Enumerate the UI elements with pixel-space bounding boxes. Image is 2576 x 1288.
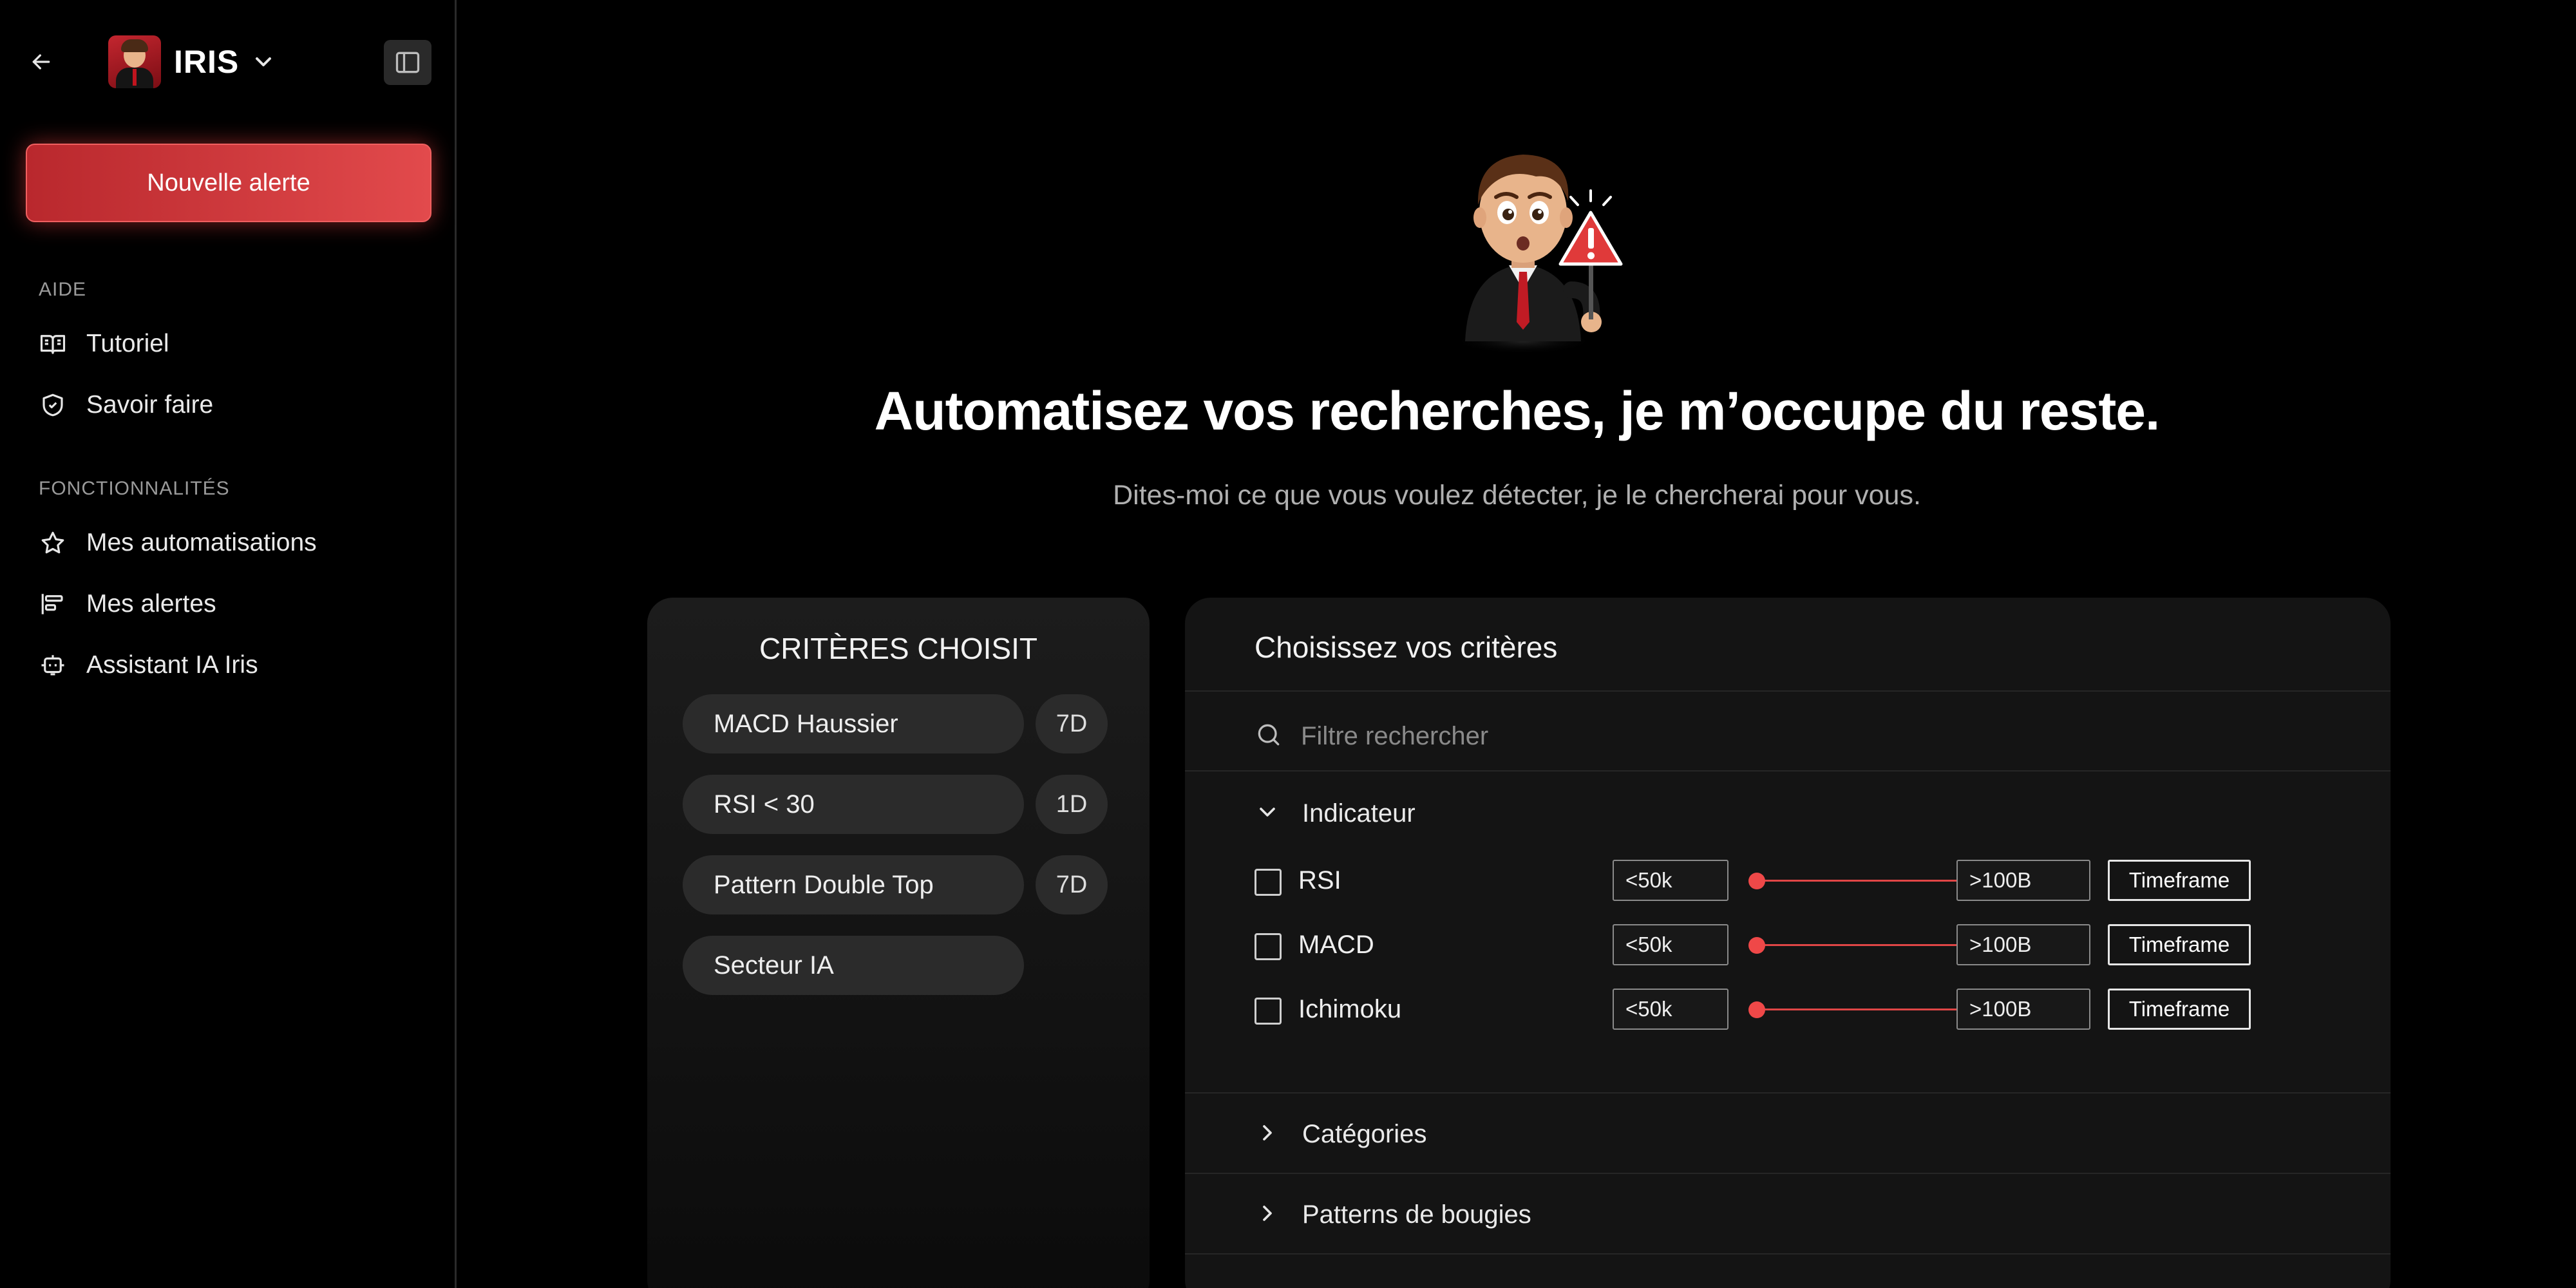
sidebar-item-savoir-faire[interactable]: Savoir faire — [39, 384, 213, 426]
search-icon — [1255, 721, 1283, 752]
app-name: IRIS — [174, 44, 240, 80]
timeframe-button[interactable]: Timeframe — [2108, 989, 2251, 1030]
section-label: Catégories — [1302, 1119, 1427, 1148]
divider — [1185, 1253, 2391, 1255]
section-patterns-header[interactable]: Patterns de bougies — [1255, 1189, 1531, 1240]
criteria-timeframe-chip[interactable]: 7D — [1036, 855, 1108, 914]
indicator-checkbox[interactable] — [1255, 869, 1282, 896]
section-categories-header[interactable]: Catégories — [1255, 1108, 1426, 1160]
back-arrow-icon[interactable] — [24, 45, 58, 79]
range-max-input[interactable]: >100B — [1956, 860, 2090, 901]
criteria-row: Pattern Double Top 7D — [683, 855, 1108, 914]
section-label: Indicateur — [1302, 799, 1416, 828]
bars-icon — [39, 590, 67, 618]
section-indicateur-header[interactable]: Indicateur — [1255, 788, 1416, 839]
divider — [1185, 690, 2391, 692]
chevron-right-icon — [1255, 1120, 1280, 1149]
sidebar-item-mes-automatisations[interactable]: Mes automatisations — [39, 522, 317, 564]
book-icon — [39, 330, 67, 358]
indicator-row-ichimoku: Ichimoku <50k >100B Timeframe — [1255, 989, 2375, 1034]
indicator-label: Ichimoku — [1298, 995, 1402, 1023]
criteria-row: Secteur IA — [683, 936, 1024, 995]
indicator-row-macd: MACD <50k >100B Timeframe — [1255, 924, 2375, 969]
sidebar-item-label: Mes automatisations — [86, 529, 317, 556]
section-label-aide: AIDE — [39, 279, 87, 300]
indicator-checkbox[interactable] — [1255, 998, 1282, 1025]
selected-criteria-title: CRITÈRES CHOISIT — [759, 632, 1037, 665]
divider — [1185, 1173, 2391, 1174]
criteria-chip[interactable]: Secteur IA — [683, 936, 1024, 995]
range-min-input[interactable]: <50k — [1613, 860, 1728, 901]
range-slider-min-handle[interactable] — [1748, 873, 1765, 889]
sidebar: IRIS Nouvelle alerte AIDE Tutoriel Savoi… — [0, 0, 457, 1288]
mascot-illustration — [1439, 129, 1633, 361]
sidebar-item-mes-alertes[interactable]: Mes alertes — [39, 583, 216, 625]
criteria-timeframe-chip[interactable]: 1D — [1036, 775, 1108, 834]
sidebar-item-label: Assistant IA Iris — [86, 651, 258, 679]
chevron-down-icon — [251, 49, 276, 78]
criteria-chip[interactable]: RSI < 30 — [683, 775, 1024, 834]
star-icon — [39, 529, 67, 557]
indicator-row-rsi: RSI <50k >100B Timeframe — [1255, 860, 2375, 905]
sidebar-item-tutoriel[interactable]: Tutoriel — [39, 323, 169, 365]
range-slider-min-handle[interactable] — [1748, 1001, 1765, 1018]
criteria-row: RSI < 30 1D — [683, 775, 1108, 834]
sidebar-item-assistant-ia[interactable]: Assistant IA Iris — [39, 645, 258, 686]
range-max-input[interactable]: >100B — [1956, 989, 2090, 1030]
range-min-input[interactable]: <50k — [1613, 989, 1728, 1030]
selected-criteria-panel: CRITÈRES CHOISIT MACD Haussier 7D RSI < … — [647, 598, 1150, 1288]
timeframe-button[interactable]: Timeframe — [2108, 860, 2251, 901]
sidebar-item-label: Savoir faire — [86, 391, 214, 419]
range-min-input[interactable]: <50k — [1613, 924, 1728, 965]
chevron-right-icon — [1255, 1200, 1280, 1229]
timeframe-button[interactable]: Timeframe — [2108, 924, 2251, 965]
section-label: Patterns de bougies — [1302, 1200, 1531, 1229]
sidebar-item-label: Tutoriel — [86, 330, 169, 357]
criteria-picker-title: Choisissez vos critères — [1255, 630, 1558, 664]
criteria-picker-panel: Choisissez vos critères Indicateur RSI <… — [1185, 598, 2391, 1288]
bot-icon — [39, 651, 67, 679]
section-label-fonctionnalites: FONCTIONNALITÉS — [39, 478, 230, 499]
search-bar — [1255, 710, 2349, 762]
divider — [1185, 770, 2391, 772]
avatar — [108, 35, 161, 88]
indicator-label: RSI — [1298, 866, 1341, 895]
range-slider-min-handle[interactable] — [1748, 937, 1765, 954]
criteria-timeframe-chip[interactable]: 7D — [1036, 694, 1108, 753]
indicator-label: MACD — [1298, 931, 1374, 959]
divider — [1185, 1092, 2391, 1094]
chevron-down-icon — [1255, 799, 1280, 828]
criteria-chip[interactable]: MACD Haussier — [683, 694, 1024, 753]
sidebar-toggle-icon[interactable] — [384, 40, 431, 85]
indicator-checkbox[interactable] — [1255, 933, 1282, 960]
new-alert-button[interactable]: Nouvelle alerte — [26, 144, 431, 222]
sidebar-item-label: Mes alertes — [86, 590, 216, 618]
page-subtitle: Dites-moi ce que vous voulez détecter, j… — [1113, 480, 1921, 511]
criteria-row: MACD Haussier 7D — [683, 694, 1108, 753]
criteria-chip[interactable]: Pattern Double Top — [683, 855, 1024, 914]
shield-icon — [39, 391, 67, 419]
page-title: Automatisez vos recherches, je m’occupe … — [874, 381, 2161, 441]
range-max-input[interactable]: >100B — [1956, 924, 2090, 965]
workspace-switcher[interactable]: IRIS — [108, 35, 276, 88]
search-input[interactable] — [1301, 721, 2267, 751]
